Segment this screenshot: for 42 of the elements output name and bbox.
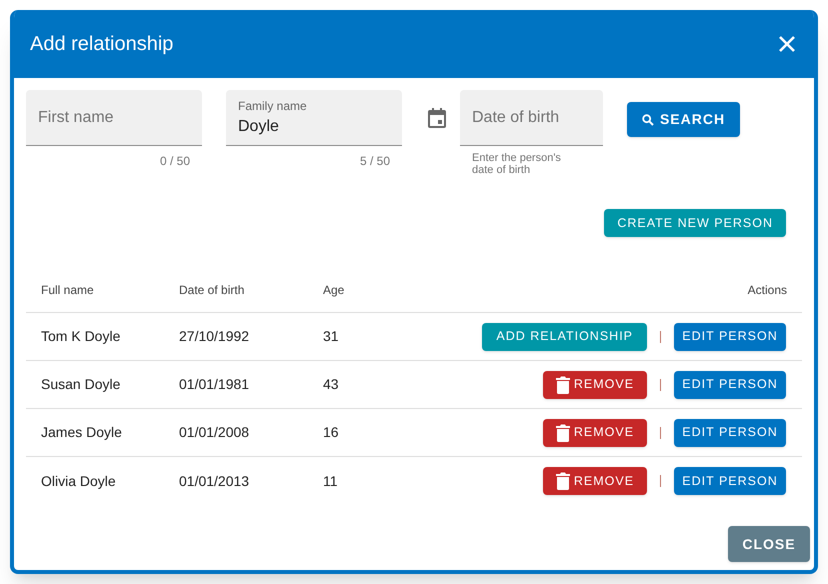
table-cell-text: 01/01/2008 <box>179 423 250 442</box>
edit-person-button[interactable]: EDIT PERSON <box>674 418 786 446</box>
table-cell-text: 01/01/1981 <box>179 375 250 394</box>
table-cell-text: 16 <box>323 423 340 442</box>
dialog-title: Add relationship <box>30 32 174 57</box>
character-counter: 0 / 50 <box>160 153 190 170</box>
edit-person-button[interactable]: EDIT PERSON <box>674 370 786 398</box>
remove-button[interactable]: REMOVE <box>543 370 647 398</box>
close-icon[interactable] <box>778 35 796 53</box>
column-header: Actions <box>748 282 787 298</box>
character-counter: 5 / 50 <box>360 153 390 170</box>
close-button[interactable]: CLOSE <box>728 526 810 562</box>
column-header: Full name <box>41 282 95 298</box>
table-cell-text: 31 <box>323 327 340 346</box>
first-name-field[interactable]: First name <box>26 90 202 146</box>
table-cell-text: James Doyle <box>41 423 123 442</box>
table-cell-text: Tom K Doyle <box>41 327 122 346</box>
field-hint: Enter the person's date of birth <box>472 152 562 176</box>
column-header: Age <box>323 282 346 298</box>
date-of-birth-field[interactable]: Date of birth <box>460 90 603 146</box>
edit-person-button[interactable]: EDIT PERSON <box>674 467 786 495</box>
search-icon <box>642 114 654 126</box>
create-new-person-button[interactable]: CREATE NEW PERSON <box>604 209 786 237</box>
remove-button[interactable]: REMOVE <box>543 467 647 495</box>
table-cell-text: 01/01/2013 <box>179 472 250 490</box>
table-cell-text: 43 <box>323 375 340 394</box>
table-cell-text: 11 <box>323 472 339 490</box>
search-button[interactable]: SEARCH <box>627 102 740 137</box>
table-cell-text: 27/10/1992 <box>179 327 250 346</box>
family-name-field[interactable]: Family name Doyle <box>226 90 402 146</box>
remove-button[interactable]: REMOVE <box>543 418 647 446</box>
calendar-icon[interactable] <box>428 108 446 128</box>
field-label: Family name <box>238 98 308 114</box>
table-cell-text: Olivia Doyle <box>41 472 117 491</box>
trash-icon <box>556 376 570 394</box>
field-value: Doyle <box>238 116 280 136</box>
trash-icon <box>556 424 570 442</box>
trash-icon <box>556 472 570 490</box>
column-header: Date of birth <box>179 282 246 298</box>
add-relationship-button[interactable]: ADD RELATIONSHIP <box>482 322 647 350</box>
table-cell-text: Susan Doyle <box>41 375 122 394</box>
edit-person-button[interactable]: EDIT PERSON <box>674 322 786 350</box>
